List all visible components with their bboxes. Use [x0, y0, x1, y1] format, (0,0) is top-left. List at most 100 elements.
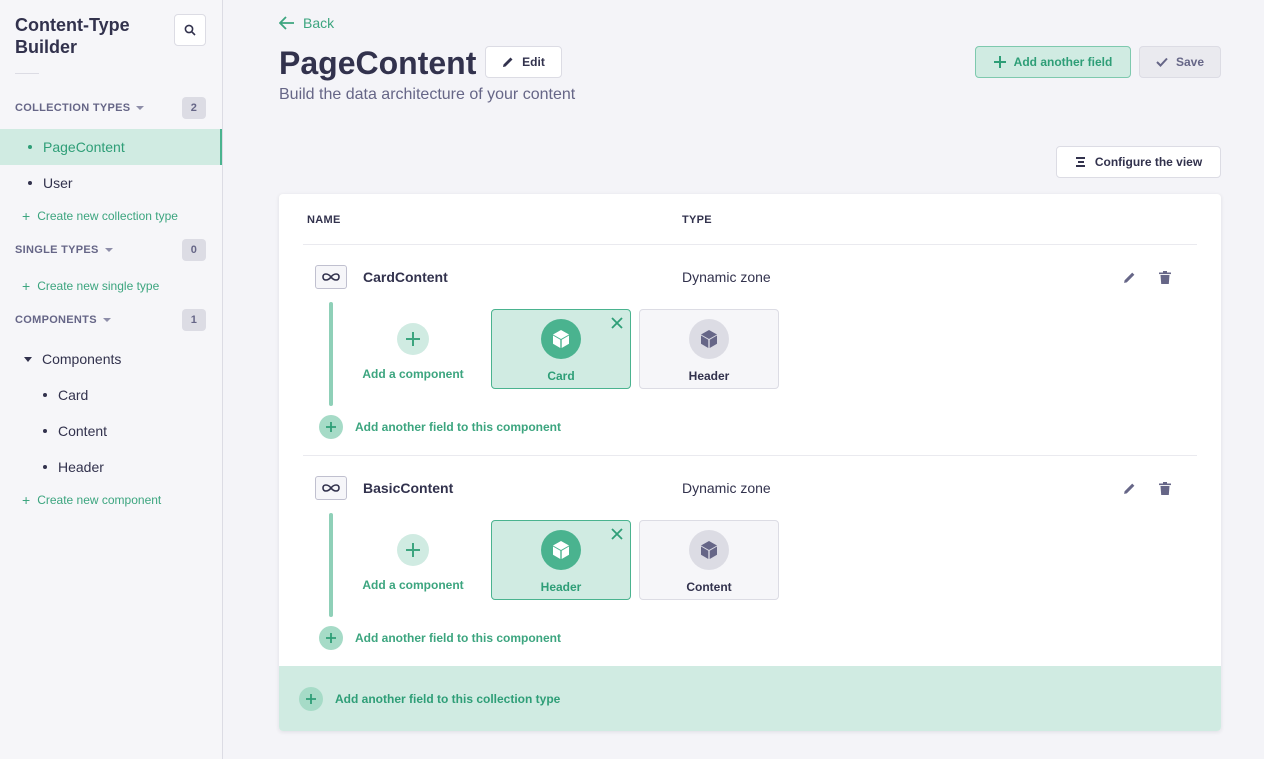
plus-icon: +	[22, 278, 31, 294]
configure-view-button[interactable]: Configure the view	[1056, 146, 1221, 178]
field-name: CardContent	[363, 269, 448, 285]
dynamic-zone-icon	[315, 476, 347, 500]
sidebar-item-card[interactable]: Card	[0, 377, 222, 413]
group-label: Components	[42, 351, 122, 367]
field-type: Dynamic zone	[682, 480, 771, 496]
section-label: COMPONENTS	[15, 314, 97, 326]
plus-icon	[993, 56, 1006, 68]
sidebar-item-pagecontent[interactable]: PageContent	[0, 129, 222, 165]
count-badge: 0	[182, 239, 206, 261]
sidebar-item-label: Content	[58, 423, 108, 439]
add-field-to-collection-type-button[interactable]: Add another field to this collection typ…	[279, 666, 1221, 731]
add-component-button[interactable]: Add a component	[359, 309, 467, 389]
component-tree-line	[329, 513, 333, 617]
add-component-button[interactable]: Add a component	[359, 520, 467, 600]
component-tile-header[interactable]: Header	[639, 309, 779, 389]
plus-icon	[397, 323, 429, 355]
sidebar-divider	[15, 73, 39, 74]
plus-icon: +	[22, 208, 31, 224]
caret-down-icon	[24, 356, 32, 362]
dynamic-zone-icon	[315, 265, 347, 289]
sidebar-item-label: Header	[58, 459, 104, 475]
link-label: Create new single type	[37, 279, 160, 293]
search-icon	[184, 24, 196, 36]
component-tile-card[interactable]: Card	[491, 309, 631, 389]
configure-label: Configure the view	[1094, 155, 1203, 169]
field-name: BasicContent	[363, 480, 454, 496]
cube-icon	[541, 530, 581, 570]
arrow-left-icon	[279, 16, 294, 30]
plus-icon	[299, 686, 323, 711]
fields-table: NAME TYPE CardContent Dynamic zone Add a…	[279, 194, 1221, 731]
add-field-label: Add another field	[1013, 55, 1113, 69]
footer-add-label: Add another field to this collection typ…	[335, 691, 561, 706]
section-label: SINGLE TYPES	[15, 244, 99, 256]
layout-icon	[1075, 157, 1085, 167]
page-title: PageContent	[279, 45, 477, 81]
sidebar-item-label: Card	[58, 387, 89, 403]
plus-icon: +	[22, 492, 31, 508]
field-type: Dynamic zone	[682, 269, 771, 285]
create-collection-type-link[interactable]: + Create new collection type	[22, 209, 178, 223]
bullet-icon	[28, 181, 32, 185]
sidebar-item-header[interactable]: Header	[0, 449, 222, 485]
sidebar-search-button[interactable]	[174, 14, 206, 46]
component-label: Header	[688, 369, 730, 383]
close-icon[interactable]	[611, 317, 623, 329]
plus-icon	[397, 534, 429, 566]
component-label: Content	[686, 580, 732, 594]
sidebar-item-content[interactable]: Content	[0, 413, 222, 449]
add-field-to-component-button[interactable]: Add another field to this component	[319, 626, 561, 650]
back-label: Back	[303, 15, 335, 31]
link-label: Create new component	[37, 493, 162, 507]
back-link[interactable]: Back	[279, 15, 334, 31]
pencil-icon[interactable]	[1121, 480, 1137, 496]
create-single-type-link[interactable]: + Create new single type	[22, 279, 159, 293]
count-badge: 2	[182, 97, 206, 119]
sidebar-item-user[interactable]: User	[0, 165, 222, 201]
bullet-icon	[43, 429, 47, 433]
edit-button[interactable]: Edit	[485, 46, 562, 78]
sidebar-title: Content-Type Builder	[15, 15, 130, 57]
column-header-type: TYPE	[682, 214, 712, 226]
bullet-icon	[43, 465, 47, 469]
component-tile-content[interactable]: Content	[639, 520, 779, 600]
create-component-link[interactable]: + Create new component	[22, 493, 161, 507]
sidebar-item-label: User	[43, 175, 73, 191]
save-button[interactable]: Save	[1139, 46, 1221, 78]
trash-icon[interactable]	[1157, 269, 1173, 285]
divider	[303, 455, 1197, 456]
caret-down-icon	[104, 248, 113, 252]
add-field-label: Add another field to this component	[355, 420, 561, 434]
add-another-field-button[interactable]: Add another field	[975, 46, 1131, 78]
bullet-icon	[28, 145, 32, 149]
section-components[interactable]: COMPONENTS 1	[15, 309, 206, 331]
pencil-icon[interactable]	[1121, 269, 1137, 285]
pencil-icon	[503, 57, 513, 67]
sidebar-item-label: PageContent	[43, 139, 125, 155]
section-label: COLLECTION TYPES	[15, 102, 131, 114]
component-label: Card	[547, 369, 575, 383]
sidebar: Content-Type Builder COLLECTION TYPES 2 …	[0, 0, 223, 759]
divider	[303, 244, 1197, 245]
component-label: Header	[540, 580, 582, 594]
section-collection-types[interactable]: COLLECTION TYPES 2	[15, 97, 206, 119]
cube-icon	[689, 530, 729, 570]
component-tile-header[interactable]: Header	[491, 520, 631, 600]
cube-icon	[541, 319, 581, 359]
add-field-to-component-button[interactable]: Add another field to this component	[319, 415, 561, 439]
edit-label: Edit	[522, 55, 545, 69]
trash-icon[interactable]	[1157, 480, 1173, 496]
check-icon	[1156, 57, 1168, 67]
save-label: Save	[1175, 55, 1205, 69]
plus-icon	[319, 415, 343, 439]
add-field-label: Add another field to this component	[355, 631, 561, 645]
bullet-icon	[43, 393, 47, 397]
column-header-name: NAME	[307, 214, 341, 226]
add-component-label: Add a component	[362, 578, 464, 592]
caret-down-icon	[102, 318, 111, 322]
cube-icon	[689, 319, 729, 359]
section-single-types[interactable]: SINGLE TYPES 0	[15, 239, 206, 261]
close-icon[interactable]	[611, 528, 623, 540]
sidebar-group-components[interactable]: Components	[24, 349, 121, 369]
